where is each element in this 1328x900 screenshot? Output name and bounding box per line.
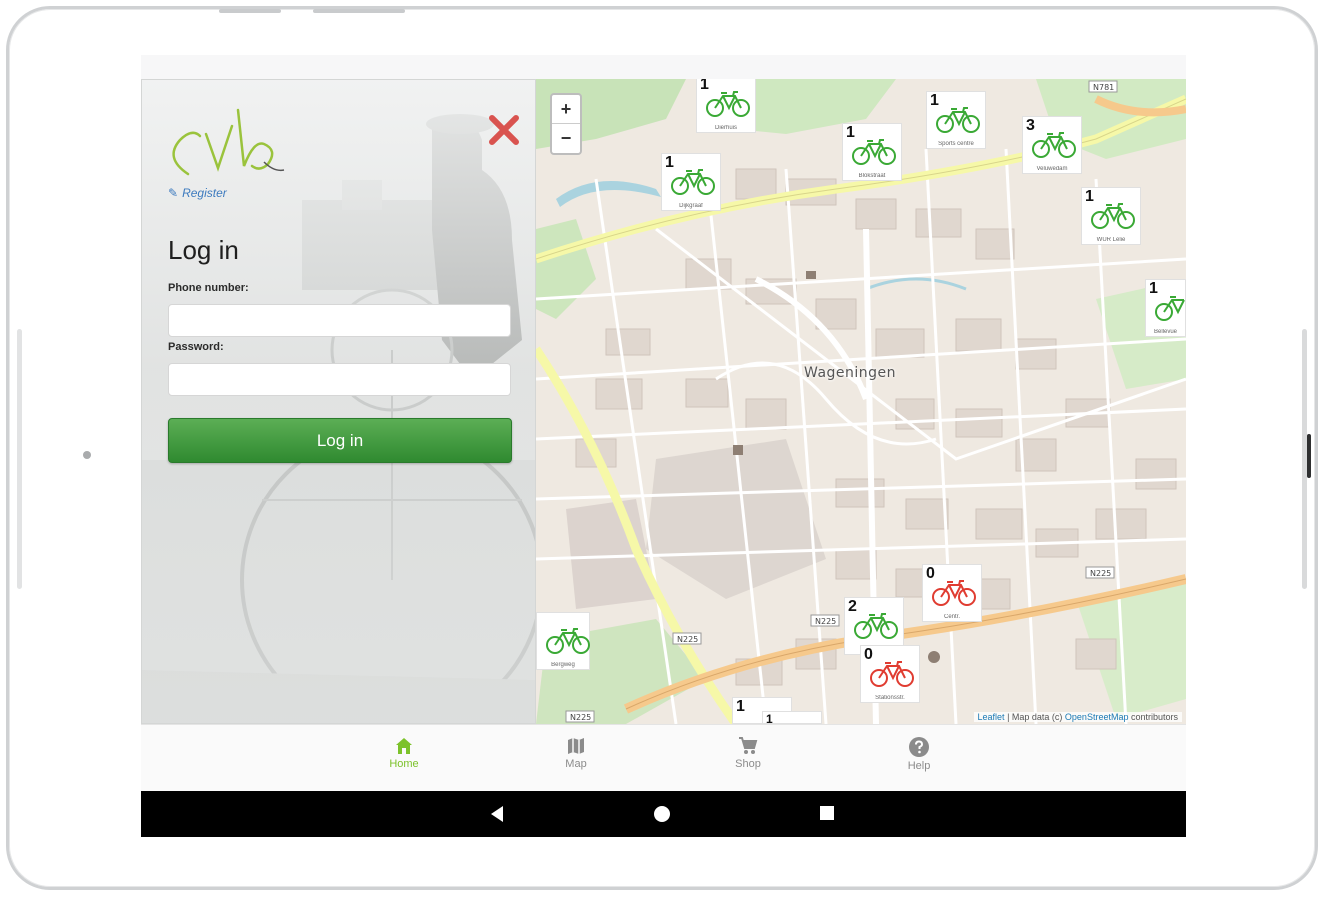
bike-station-marker[interactable]: 1 WUR Lelie — [1081, 187, 1141, 245]
tab-help[interactable]: Help — [879, 737, 959, 772]
system-navigation-bar — [141, 791, 1186, 837]
bike-station-marker[interactable]: 3 Veluwedam — [1022, 116, 1082, 174]
app-logo — [172, 108, 285, 176]
svg-text:N225: N225 — [815, 617, 836, 626]
bike-icon — [706, 91, 750, 117]
bike-icon — [1091, 203, 1135, 229]
station-label: Sports centre — [938, 141, 974, 147]
bike-icon — [852, 139, 896, 165]
phone-number-input[interactable] — [168, 304, 511, 337]
tablet-edge-left — [17, 329, 22, 589]
map-view[interactable]: N225 N225 N225 N781 N225 + − Wageningen … — [536, 79, 1186, 724]
svg-text:N225: N225 — [677, 635, 698, 644]
zoom-control: + − — [550, 93, 582, 155]
login-title: Log in — [168, 235, 239, 265]
register-label: Register — [182, 186, 227, 200]
tab-label: Help — [907, 760, 931, 772]
station-count: 1 — [766, 712, 773, 724]
power-button — [219, 9, 281, 13]
station-label: Bergweg — [551, 662, 575, 668]
tab-home[interactable]: Home — [364, 737, 444, 770]
svg-text:N225: N225 — [1090, 569, 1111, 578]
map-city-label: Wageningen — [804, 365, 897, 381]
bike-station-marker[interactable]: 0 Centr. — [922, 564, 982, 622]
pencil-icon: ✎ — [168, 186, 179, 200]
bike-icon — [854, 613, 898, 639]
station-label: Dierhuis — [714, 125, 737, 131]
bike-station-marker[interactable]: 1 Blokstraat — [842, 123, 902, 181]
password-label: Password: — [168, 341, 224, 353]
tab-map[interactable]: Map — [536, 737, 616, 770]
leaflet-link[interactable]: Leaflet — [978, 712, 1005, 722]
back-icon[interactable] — [489, 805, 505, 823]
login-panel: ✎ Register Log in Phone number: Password:… — [141, 79, 536, 724]
login-button[interactable]: Log in — [168, 418, 512, 463]
svg-text:N225: N225 — [570, 713, 591, 722]
status-bar — [141, 55, 1186, 79]
front-camera — [83, 451, 91, 459]
side-button — [1307, 434, 1311, 478]
attribution-suffix: contributors — [1128, 712, 1178, 722]
bike-icon — [870, 661, 914, 687]
bottom-navigation: Home Map Shop Help — [141, 724, 1186, 791]
station-label: Bellevue — [1153, 329, 1177, 335]
station-label: Centr. — [943, 614, 960, 620]
station-label: WUR Lelie — [1096, 237, 1126, 243]
home-circle-icon[interactable] — [653, 805, 671, 823]
close-icon[interactable] — [487, 113, 521, 147]
bike-icon — [671, 169, 715, 195]
station-label: Stationsstr. — [875, 695, 905, 701]
tab-label: Home — [389, 758, 419, 770]
bike-icon — [932, 580, 976, 606]
station-label: Veluwedam — [1036, 166, 1068, 172]
bike-icon — [936, 107, 980, 133]
volume-button — [313, 9, 405, 13]
password-input[interactable] — [168, 363, 511, 396]
attribution-text: | Map data (c) — [1004, 712, 1065, 722]
svg-text:N781: N781 — [1093, 83, 1114, 92]
register-link[interactable]: ✎ Register — [168, 186, 227, 200]
tab-label: Map — [565, 758, 587, 770]
bike-station-marker[interactable]: 1 Dierhuis — [696, 79, 756, 133]
tab-shop[interactable]: Shop — [708, 737, 788, 770]
map-attribution: Leaflet | Map data (c) OpenStreetMap con… — [973, 712, 1182, 722]
osm-link[interactable]: OpenStreetMap — [1065, 712, 1129, 722]
station-count: 1 — [736, 698, 745, 715]
bike-icon — [1032, 132, 1076, 158]
bike-station-marker[interactable]: 0 Stationsstr. — [860, 645, 920, 703]
bike-icon — [1155, 296, 1185, 321]
app-screen: N225 N225 N225 N781 N225 + − Wageningen … — [141, 55, 1186, 837]
bike-station-marker[interactable]: Bergweg — [536, 612, 590, 670]
bike-station-marker[interactable]: 1 — [762, 711, 822, 724]
zoom-out-button[interactable]: − — [552, 124, 580, 153]
bike-station-marker[interactable]: 1 Bellevue — [1145, 279, 1186, 337]
bike-station-marker[interactable]: 1 Dijkgraaf — [661, 153, 721, 211]
tab-label: Shop — [735, 758, 761, 770]
phone-label: Phone number: — [168, 282, 249, 294]
home-icon — [396, 738, 412, 754]
bike-station-marker[interactable]: 1 Sports centre — [926, 91, 986, 149]
bike-icon — [546, 628, 590, 654]
help-icon — [909, 737, 929, 757]
station-label: Blokstraat — [858, 173, 886, 179]
station-label: Dijkgraaf — [679, 203, 703, 209]
zoom-in-button[interactable]: + — [552, 95, 580, 124]
map-icon — [568, 738, 584, 754]
recents-icon[interactable] — [819, 805, 835, 821]
cart-icon — [739, 737, 758, 754]
